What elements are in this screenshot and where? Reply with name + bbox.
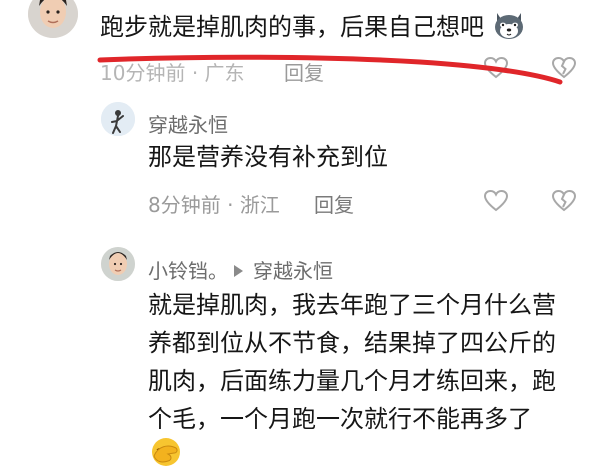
comment-line: 养都到位从不节食，结果掉了四公斤的 bbox=[148, 329, 556, 357]
reply-header: 小铃铛。 穿越永恒 bbox=[148, 255, 333, 284]
heart-outline-icon[interactable] bbox=[483, 189, 509, 213]
avatar[interactable] bbox=[101, 102, 135, 136]
comment-time: 8分钟前 bbox=[148, 193, 221, 217]
avatar-photo bbox=[101, 102, 135, 136]
reply-button[interactable]: 回复 bbox=[314, 189, 354, 218]
comment-location: 浙江 bbox=[239, 193, 280, 217]
comment-meta: 8分钟前 · 浙江 bbox=[148, 193, 280, 217]
comment-line: 就是掉肌肉，我去年跑了三个月什么营 bbox=[148, 291, 556, 319]
avatar-photo bbox=[101, 247, 135, 281]
red-underline-annotation bbox=[97, 54, 563, 85]
avatar[interactable] bbox=[101, 247, 135, 281]
comment-text: 那是营养没有补充到位 bbox=[148, 143, 388, 171]
username[interactable]: 小铃铛。 bbox=[148, 259, 228, 283]
broken-heart-icon[interactable] bbox=[551, 189, 577, 213]
username[interactable]: 穿越永恒 bbox=[148, 109, 228, 138]
comment-text: 就是掉肌肉，我去年跑了三个月什么营 养都到位从不节食，结果掉了四公斤的 肌肉，后… bbox=[148, 286, 556, 438]
reply-to-arrow-icon bbox=[234, 265, 243, 277]
comment-line: 肌肉，后面练力量几个月才练回来，跑 bbox=[148, 367, 556, 395]
comment-line: 个毛，一个月跑一次就行不能再多了 bbox=[148, 405, 532, 433]
reply-to-username[interactable]: 穿越永恒 bbox=[253, 259, 333, 283]
facepalm-emoji-icon bbox=[148, 434, 184, 466]
